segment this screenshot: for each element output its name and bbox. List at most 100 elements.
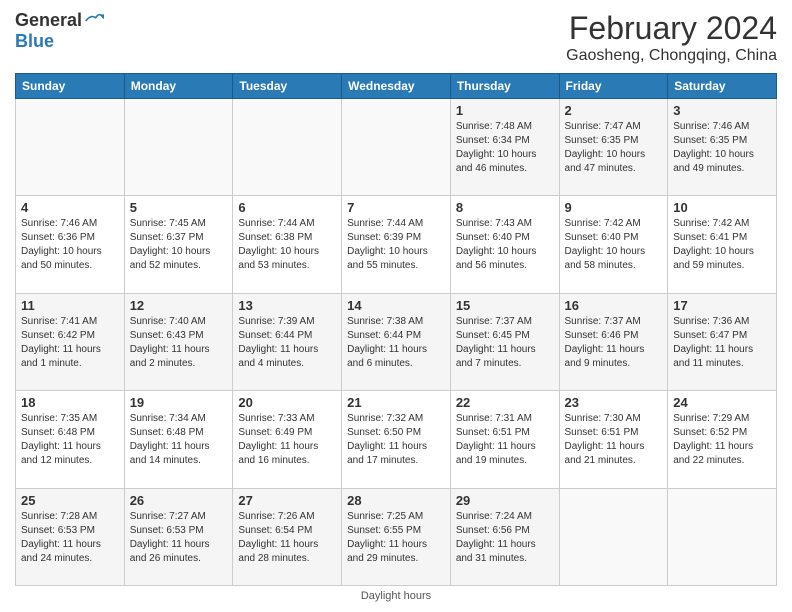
calendar-cell: 18 Sunrise: 7:35 AM Sunset: 6:48 PM Dayli… [16,391,125,488]
day-info: Sunrise: 7:37 AM Sunset: 6:46 PM Dayligh… [565,315,663,371]
day-number: 10 [673,200,771,215]
calendar-cell [233,99,342,196]
week-row-5: 25 Sunrise: 7:28 AM Sunset: 6:53 PM Dayli… [16,488,777,585]
calendar-cell: 4 Sunrise: 7:46 AM Sunset: 6:36 PM Daylig… [16,196,125,293]
week-row-3: 11 Sunrise: 7:41 AM Sunset: 6:42 PM Dayli… [16,293,777,390]
calendar-cell: 29 Sunrise: 7:24 AM Sunset: 6:56 PM Dayli… [450,488,559,585]
calendar-cell: 3 Sunrise: 7:46 AM Sunset: 6:35 PM Daylig… [668,99,777,196]
calendar-cell: 14Sunrise: 7:38 AM Sunset: 6:44 PM Dayli… [342,293,451,390]
day-info: Sunrise: 7:25 AM Sunset: 6:55 PM Dayligh… [347,510,445,566]
day-info: Sunrise: 7:30 AM Sunset: 6:51 PM Dayligh… [565,412,663,468]
day-number: 8 [456,200,554,215]
location: Gaosheng, Chongqing, China [566,47,777,65]
calendar-cell: 16 Sunrise: 7:37 AM Sunset: 6:46 PM Dayli… [559,293,668,390]
day-number: 26 [130,493,228,508]
calendar-cell: 22Sunrise: 7:31 AM Sunset: 6:51 PM Dayli… [450,391,559,488]
day-header-saturday: Saturday [668,74,777,99]
calendar-cell [559,488,668,585]
day-number: 3 [673,103,771,118]
day-info: Sunrise: 7:46 AM Sunset: 6:36 PM Dayligh… [21,217,119,273]
logo-icon [84,11,104,31]
day-info: Sunrise: 7:47 AM Sunset: 6:35 PM Dayligh… [565,120,663,176]
day-info: Sunrise: 7:38 AM Sunset: 6:44 PM Dayligh… [347,315,445,371]
day-number: 4 [21,200,119,215]
day-number: 27 [238,493,336,508]
calendar-cell: 19 Sunrise: 7:34 AM Sunset: 6:48 PM Dayli… [124,391,233,488]
day-number: 23 [565,395,663,410]
day-number: 21 [347,395,445,410]
day-info: Sunrise: 7:46 AM Sunset: 6:35 PM Dayligh… [673,120,771,176]
calendar-cell: 2Sunrise: 7:47 AM Sunset: 6:35 PM Daylig… [559,99,668,196]
day-info: Sunrise: 7:24 AM Sunset: 6:56 PM Dayligh… [456,510,554,566]
day-header-thursday: Thursday [450,74,559,99]
day-number: 20 [238,395,336,410]
calendar-cell: 1 Sunrise: 7:48 AM Sunset: 6:34 PM Daylig… [450,99,559,196]
logo-general: General [15,10,82,31]
day-info: Sunrise: 7:42 AM Sunset: 6:40 PM Dayligh… [565,217,663,273]
day-number: 18 [21,395,119,410]
calendar-cell: 20 Sunrise: 7:33 AM Sunset: 6:49 PM Dayli… [233,391,342,488]
day-number: 19 [130,395,228,410]
calendar-cell: 10 Sunrise: 7:42 AM Sunset: 6:41 PM Dayli… [668,196,777,293]
calendar-page: General Blue February 2024 Gaosheng, Cho… [0,0,792,612]
day-info: Sunrise: 7:34 AM Sunset: 6:48 PM Dayligh… [130,412,228,468]
week-row-4: 18 Sunrise: 7:35 AM Sunset: 6:48 PM Dayli… [16,391,777,488]
day-header-tuesday: Tuesday [233,74,342,99]
day-info: Sunrise: 7:36 AM Sunset: 6:47 PM Dayligh… [673,315,771,371]
header: General Blue February 2024 Gaosheng, Cho… [15,10,777,65]
calendar-cell [16,99,125,196]
day-info: Sunrise: 7:44 AM Sunset: 6:39 PM Dayligh… [347,217,445,273]
day-info: Sunrise: 7:28 AM Sunset: 6:53 PM Dayligh… [21,510,119,566]
day-number: 1 [456,103,554,118]
calendar-cell: 11 Sunrise: 7:41 AM Sunset: 6:42 PM Dayli… [16,293,125,390]
day-number: 15 [456,298,554,313]
day-number: 17 [673,298,771,313]
calendar-cell: 12Sunrise: 7:40 AM Sunset: 6:43 PM Dayli… [124,293,233,390]
day-number: 29 [456,493,554,508]
day-info: Sunrise: 7:33 AM Sunset: 6:49 PM Dayligh… [238,412,336,468]
title-section: February 2024 Gaosheng, Chongqing, China [566,10,777,65]
calendar-cell [342,99,451,196]
day-number: 28 [347,493,445,508]
day-number: 11 [21,298,119,313]
calendar-cell: 28 Sunrise: 7:25 AM Sunset: 6:55 PM Dayli… [342,488,451,585]
week-row-2: 4 Sunrise: 7:46 AM Sunset: 6:36 PM Daylig… [16,196,777,293]
calendar-cell [668,488,777,585]
calendar-cell: 15Sunrise: 7:37 AM Sunset: 6:45 PM Dayli… [450,293,559,390]
calendar-header-row: SundayMondayTuesdayWednesdayThursdayFrid… [16,74,777,99]
day-header-wednesday: Wednesday [342,74,451,99]
calendar-cell: 5Sunrise: 7:45 AM Sunset: 6:37 PM Daylig… [124,196,233,293]
day-number: 16 [565,298,663,313]
calendar-cell: 21Sunrise: 7:32 AM Sunset: 6:50 PM Dayli… [342,391,451,488]
month-title: February 2024 [566,10,777,47]
day-info: Sunrise: 7:48 AM Sunset: 6:34 PM Dayligh… [456,120,554,176]
logo-text: General [15,10,104,31]
calendar-cell: 17 Sunrise: 7:36 AM Sunset: 6:47 PM Dayli… [668,293,777,390]
calendar-cell: 7Sunrise: 7:44 AM Sunset: 6:39 PM Daylig… [342,196,451,293]
day-info: Sunrise: 7:26 AM Sunset: 6:54 PM Dayligh… [238,510,336,566]
calendar-cell: 27 Sunrise: 7:26 AM Sunset: 6:54 PM Dayli… [233,488,342,585]
calendar-cell: 9 Sunrise: 7:42 AM Sunset: 6:40 PM Daylig… [559,196,668,293]
day-header-friday: Friday [559,74,668,99]
day-number: 5 [130,200,228,215]
calendar-table: SundayMondayTuesdayWednesdayThursdayFrid… [15,73,777,586]
day-info: Sunrise: 7:41 AM Sunset: 6:42 PM Dayligh… [21,315,119,371]
day-number: 12 [130,298,228,313]
day-info: Sunrise: 7:29 AM Sunset: 6:52 PM Dayligh… [673,412,771,468]
day-header-sunday: Sunday [16,74,125,99]
day-info: Sunrise: 7:27 AM Sunset: 6:53 PM Dayligh… [130,510,228,566]
day-info: Sunrise: 7:35 AM Sunset: 6:48 PM Dayligh… [21,412,119,468]
calendar-cell: 26 Sunrise: 7:27 AM Sunset: 6:53 PM Dayli… [124,488,233,585]
day-info: Sunrise: 7:39 AM Sunset: 6:44 PM Dayligh… [238,315,336,371]
day-number: 9 [565,200,663,215]
calendar-cell: 13 Sunrise: 7:39 AM Sunset: 6:44 PM Dayli… [233,293,342,390]
calendar-cell [124,99,233,196]
calendar-cell: 6Sunrise: 7:44 AM Sunset: 6:38 PM Daylig… [233,196,342,293]
day-info: Sunrise: 7:42 AM Sunset: 6:41 PM Dayligh… [673,217,771,273]
day-number: 25 [21,493,119,508]
day-number: 13 [238,298,336,313]
calendar-cell: 24 Sunrise: 7:29 AM Sunset: 6:52 PM Dayli… [668,391,777,488]
day-info: Sunrise: 7:43 AM Sunset: 6:40 PM Dayligh… [456,217,554,273]
day-header-monday: Monday [124,74,233,99]
day-number: 24 [673,395,771,410]
